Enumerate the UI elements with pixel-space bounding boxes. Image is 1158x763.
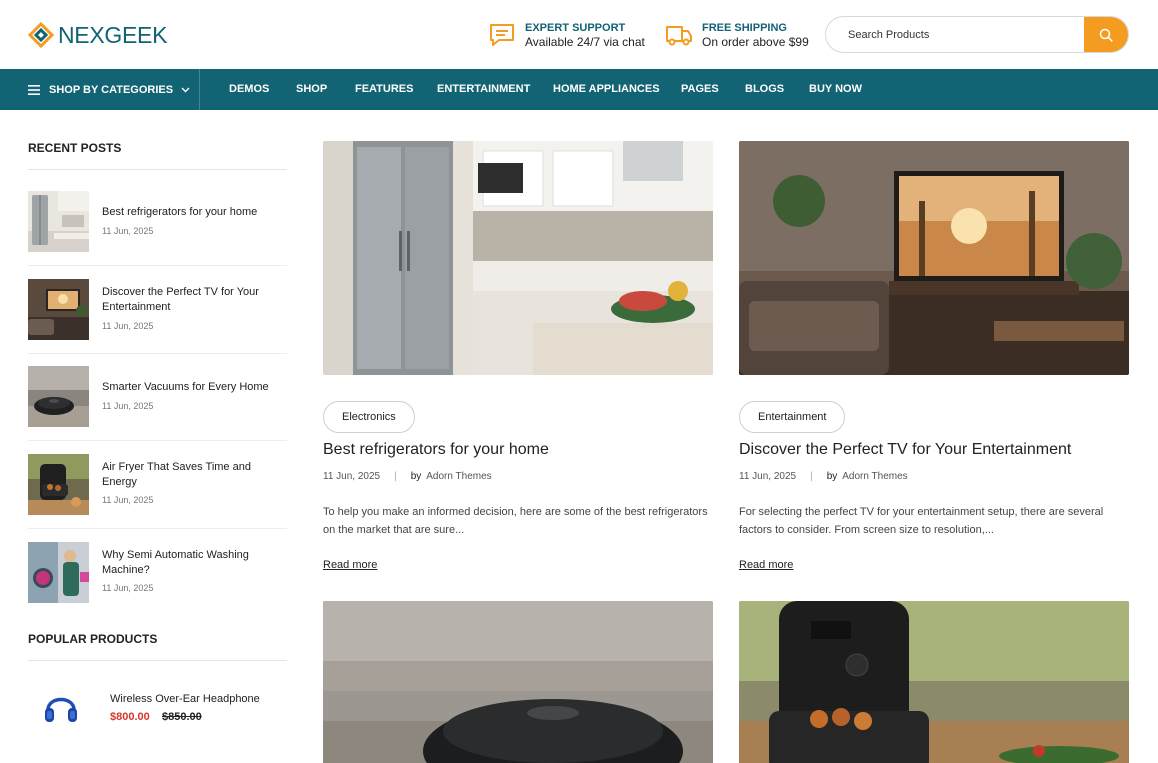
by-label: by <box>826 471 838 482</box>
post-date: 11 Jun, 2025 <box>323 471 381 482</box>
hamburger-menu-icon <box>28 84 40 95</box>
nav-item-features[interactable]: FEATURES <box>355 69 413 110</box>
recent-post-item[interactable]: Best refrigerators for your home 11 Jun,… <box>28 178 287 266</box>
divider <box>28 660 287 661</box>
search-bar <box>825 16 1129 53</box>
nav-item-shop[interactable]: SHOP <box>296 69 327 110</box>
recent-post-item[interactable]: Smarter Vacuums for Every Home 11 Jun, 2… <box>28 353 287 441</box>
category-tag[interactable]: Entertainment <box>739 401 846 433</box>
divider <box>28 169 287 170</box>
post-title[interactable]: Why Semi Automatic Washing Machine? <box>102 548 282 578</box>
post-date: 11 Jun, 2025 <box>102 583 154 593</box>
post-title[interactable]: Best refrigerators for your home <box>323 441 549 459</box>
post-meta: 11 Jun, 2025 | by Adorn Themes <box>323 471 492 482</box>
post-image[interactable] <box>739 601 1129 763</box>
post-thumbnail <box>28 366 89 427</box>
post-date: 11 Jun, 2025 <box>102 226 154 236</box>
recent-posts-heading: RECENT POSTS <box>28 141 122 155</box>
shipping-title: FREE SHIPPING <box>702 21 787 34</box>
expert-support: EXPERT SUPPORT Available 24/7 via chat <box>487 20 645 50</box>
recent-post-item[interactable]: Air Fryer That Saves Time and Energy 11 … <box>28 441 287 529</box>
categories-label: SHOP BY CATEGORIES <box>49 83 174 96</box>
post-title[interactable]: Discover the Perfect TV for Your Enterta… <box>102 285 282 315</box>
post-thumbnail <box>28 279 89 340</box>
truck-icon <box>666 26 692 46</box>
post-image[interactable] <box>739 141 1129 375</box>
nav-item-entertainment[interactable]: ENTERTAINMENT <box>437 69 530 110</box>
read-more-link[interactable]: Read more <box>739 559 793 571</box>
post-thumbnail <box>28 542 89 603</box>
post-date: 11 Jun, 2025 <box>739 471 797 482</box>
site-logo[interactable]: NEXGEEK <box>28 21 167 49</box>
recent-post-item[interactable]: Discover the Perfect TV for Your Enterta… <box>28 266 287 354</box>
by-label: by <box>410 471 422 482</box>
air-fryer-image <box>739 601 1129 763</box>
post-image[interactable] <box>323 601 713 763</box>
kitchen-refrigerator-image <box>323 141 713 375</box>
washing-machine-image <box>28 542 89 603</box>
free-shipping: FREE SHIPPING On order above $99 <box>664 20 809 50</box>
product-title[interactable]: Wireless Over-Ear Headphone <box>110 693 260 705</box>
post-excerpt: To help you make an informed decision, h… <box>323 506 708 536</box>
nav-item-home-appliances[interactable]: HOME APPLIANCES <box>553 69 660 110</box>
kitchen-image <box>28 191 89 252</box>
search-input[interactable] <box>826 17 1086 52</box>
post-meta: 11 Jun, 2025 | by Adorn Themes <box>739 471 908 482</box>
post-date: 11 Jun, 2025 <box>102 401 154 411</box>
popular-product-item[interactable]: Wireless Over-Ear Headphone $800.00 $850… <box>28 676 287 736</box>
site-header: NEXGEEK EXPERT SUPPORT Available 24/7 vi… <box>0 0 1158 69</box>
post-date: 11 Jun, 2025 <box>102 321 154 331</box>
nav-item-buy-now[interactable]: BUY NOW <box>809 69 862 110</box>
read-more-link[interactable]: Read more <box>323 559 377 571</box>
chat-bubble-icon <box>490 24 514 46</box>
chevron-down-icon <box>181 87 190 92</box>
search-button[interactable] <box>1084 17 1128 52</box>
robot-vacuum-image <box>323 601 713 763</box>
post-title[interactable]: Smarter Vacuums for Every Home <box>102 380 282 395</box>
support-title: EXPERT SUPPORT <box>525 21 626 34</box>
post-author[interactable]: Adorn Themes <box>426 471 491 482</box>
post-title[interactable]: Discover the Perfect TV for Your Enterta… <box>739 441 1071 459</box>
recent-post-item[interactable]: Why Semi Automatic Washing Machine? 11 J… <box>28 528 287 616</box>
shipping-subtitle: On order above $99 <box>702 34 809 49</box>
search-icon <box>1099 28 1113 42</box>
post-image[interactable] <box>323 141 713 375</box>
air-fryer-image <box>28 454 89 515</box>
meta-separator: | <box>394 471 397 482</box>
post-title[interactable]: Air Fryer That Saves Time and Energy <box>102 460 282 490</box>
shop-by-categories-button[interactable]: SHOP BY CATEGORIES <box>0 69 200 110</box>
living-room-tv-image <box>739 141 1129 375</box>
meta-separator: | <box>810 471 813 482</box>
brand-name: NEXGEEK <box>58 21 168 48</box>
popular-products-heading: POPULAR PRODUCTS <box>28 632 158 646</box>
nav-item-demos[interactable]: DEMOS <box>229 69 269 110</box>
product-price: $800.00 <box>110 711 150 723</box>
post-thumbnail <box>28 191 89 252</box>
post-thumbnail <box>28 454 89 515</box>
post-author[interactable]: Adorn Themes <box>842 471 907 482</box>
nav-item-pages[interactable]: PAGES <box>681 69 719 110</box>
post-title[interactable]: Best refrigerators for your home <box>102 205 282 220</box>
support-subtitle: Available 24/7 via chat <box>525 34 645 49</box>
headphone-icon <box>45 697 77 722</box>
robot-vacuum-image <box>28 366 89 427</box>
post-excerpt: For selecting the perfect TV for your en… <box>739 506 1104 536</box>
living-room-image <box>28 279 89 340</box>
main-nav: SHOP BY CATEGORIES DEMOS SHOP FEATURES E… <box>0 69 1158 110</box>
category-tag[interactable]: Electronics <box>323 401 415 433</box>
post-date: 11 Jun, 2025 <box>102 495 154 505</box>
product-old-price: $850.00 <box>162 711 202 723</box>
logo-mark-icon <box>28 22 54 48</box>
nav-item-blogs[interactable]: BLOGS <box>745 69 784 110</box>
